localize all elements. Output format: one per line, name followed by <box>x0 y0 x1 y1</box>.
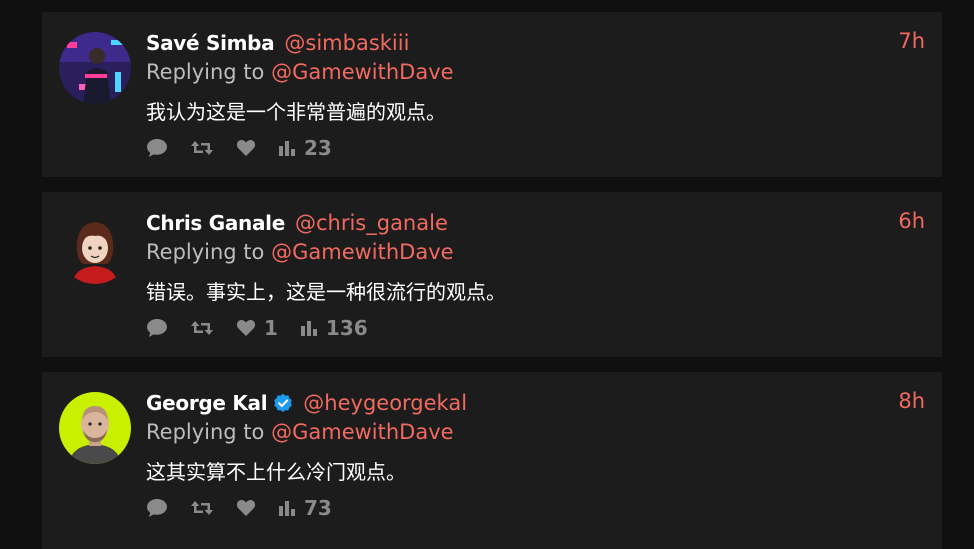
retweet-button[interactable] <box>190 319 214 337</box>
replying-to: Replying to @GamewithDave <box>146 240 454 264</box>
display-name[interactable]: Savé Simba <box>146 31 275 55</box>
comment-icon <box>147 319 167 337</box>
like-button[interactable]: 1 <box>236 316 278 340</box>
view-count: 136 <box>325 316 368 340</box>
verified-badge-icon <box>273 393 293 413</box>
views-button[interactable]: 23 <box>278 136 332 160</box>
views-icon <box>279 501 295 516</box>
retweet-icon <box>191 141 213 155</box>
reply-button[interactable] <box>146 318 168 338</box>
retweet-icon <box>191 501 213 515</box>
retweet-button[interactable] <box>190 499 214 517</box>
replying-to: Replying to @GamewithDave <box>146 60 454 84</box>
display-name[interactable]: Chris Ganale <box>146 211 285 235</box>
views-icon <box>279 141 295 156</box>
replying-to-label: Replying to <box>146 240 265 264</box>
action-bar: 73 <box>146 495 354 521</box>
views-button[interactable]: 73 <box>278 496 332 520</box>
replying-to-handle[interactable]: @GamewithDave <box>271 60 453 84</box>
retweet-button[interactable] <box>190 139 214 157</box>
comment-icon <box>147 499 167 517</box>
avatar[interactable] <box>59 32 131 104</box>
replying-to-label: Replying to <box>146 420 265 444</box>
view-count: 23 <box>304 136 332 160</box>
retweet-icon <box>191 321 213 335</box>
timestamp[interactable]: 8h <box>898 389 925 413</box>
display-name[interactable]: George Kal <box>146 391 268 415</box>
replying-to: Replying to @GamewithDave <box>146 420 454 444</box>
replying-to-handle[interactable]: @GamewithDave <box>271 420 453 444</box>
avatar[interactable] <box>59 392 131 464</box>
view-count: 73 <box>304 496 332 520</box>
timestamp[interactable]: 7h <box>898 29 925 53</box>
user-handle[interactable]: @chris_ganale <box>295 211 448 235</box>
action-bar: 23 <box>146 135 354 161</box>
action-bar: 1 136 <box>146 315 390 341</box>
reply-card[interactable]: George Kal @heygeorgekal 8h Replying to … <box>42 372 942 549</box>
tweet-text: 这其实算不上什么冷门观点。 <box>146 460 406 484</box>
tweet-text: 错误。事实上，这是一种很流行的观点。 <box>146 280 506 304</box>
user-handle[interactable]: @heygeorgekal <box>303 391 467 415</box>
heart-icon <box>236 320 256 336</box>
replying-to-handle[interactable]: @GamewithDave <box>271 240 453 264</box>
views-icon <box>300 321 317 336</box>
timestamp[interactable]: 6h <box>898 209 925 233</box>
heart-icon <box>236 140 256 156</box>
avatar[interactable] <box>59 212 131 284</box>
like-count: 1 <box>264 316 278 340</box>
replying-to-label: Replying to <box>146 60 265 84</box>
reply-card[interactable]: Chris Ganale @chris_ganale 6h Replying t… <box>42 192 942 357</box>
views-button[interactable]: 136 <box>300 316 368 340</box>
like-button[interactable] <box>236 139 256 157</box>
reply-button[interactable] <box>146 498 168 518</box>
reply-button[interactable] <box>146 138 168 158</box>
like-button[interactable] <box>236 499 256 517</box>
comment-icon <box>147 139 167 157</box>
tweet-text: 我认为这是一个非常普遍的观点。 <box>146 100 446 124</box>
reply-card[interactable]: Savé Simba @simbaskiii 7h Replying to @G… <box>42 12 942 177</box>
user-handle[interactable]: @simbaskiii <box>284 31 409 55</box>
heart-icon <box>236 500 256 516</box>
